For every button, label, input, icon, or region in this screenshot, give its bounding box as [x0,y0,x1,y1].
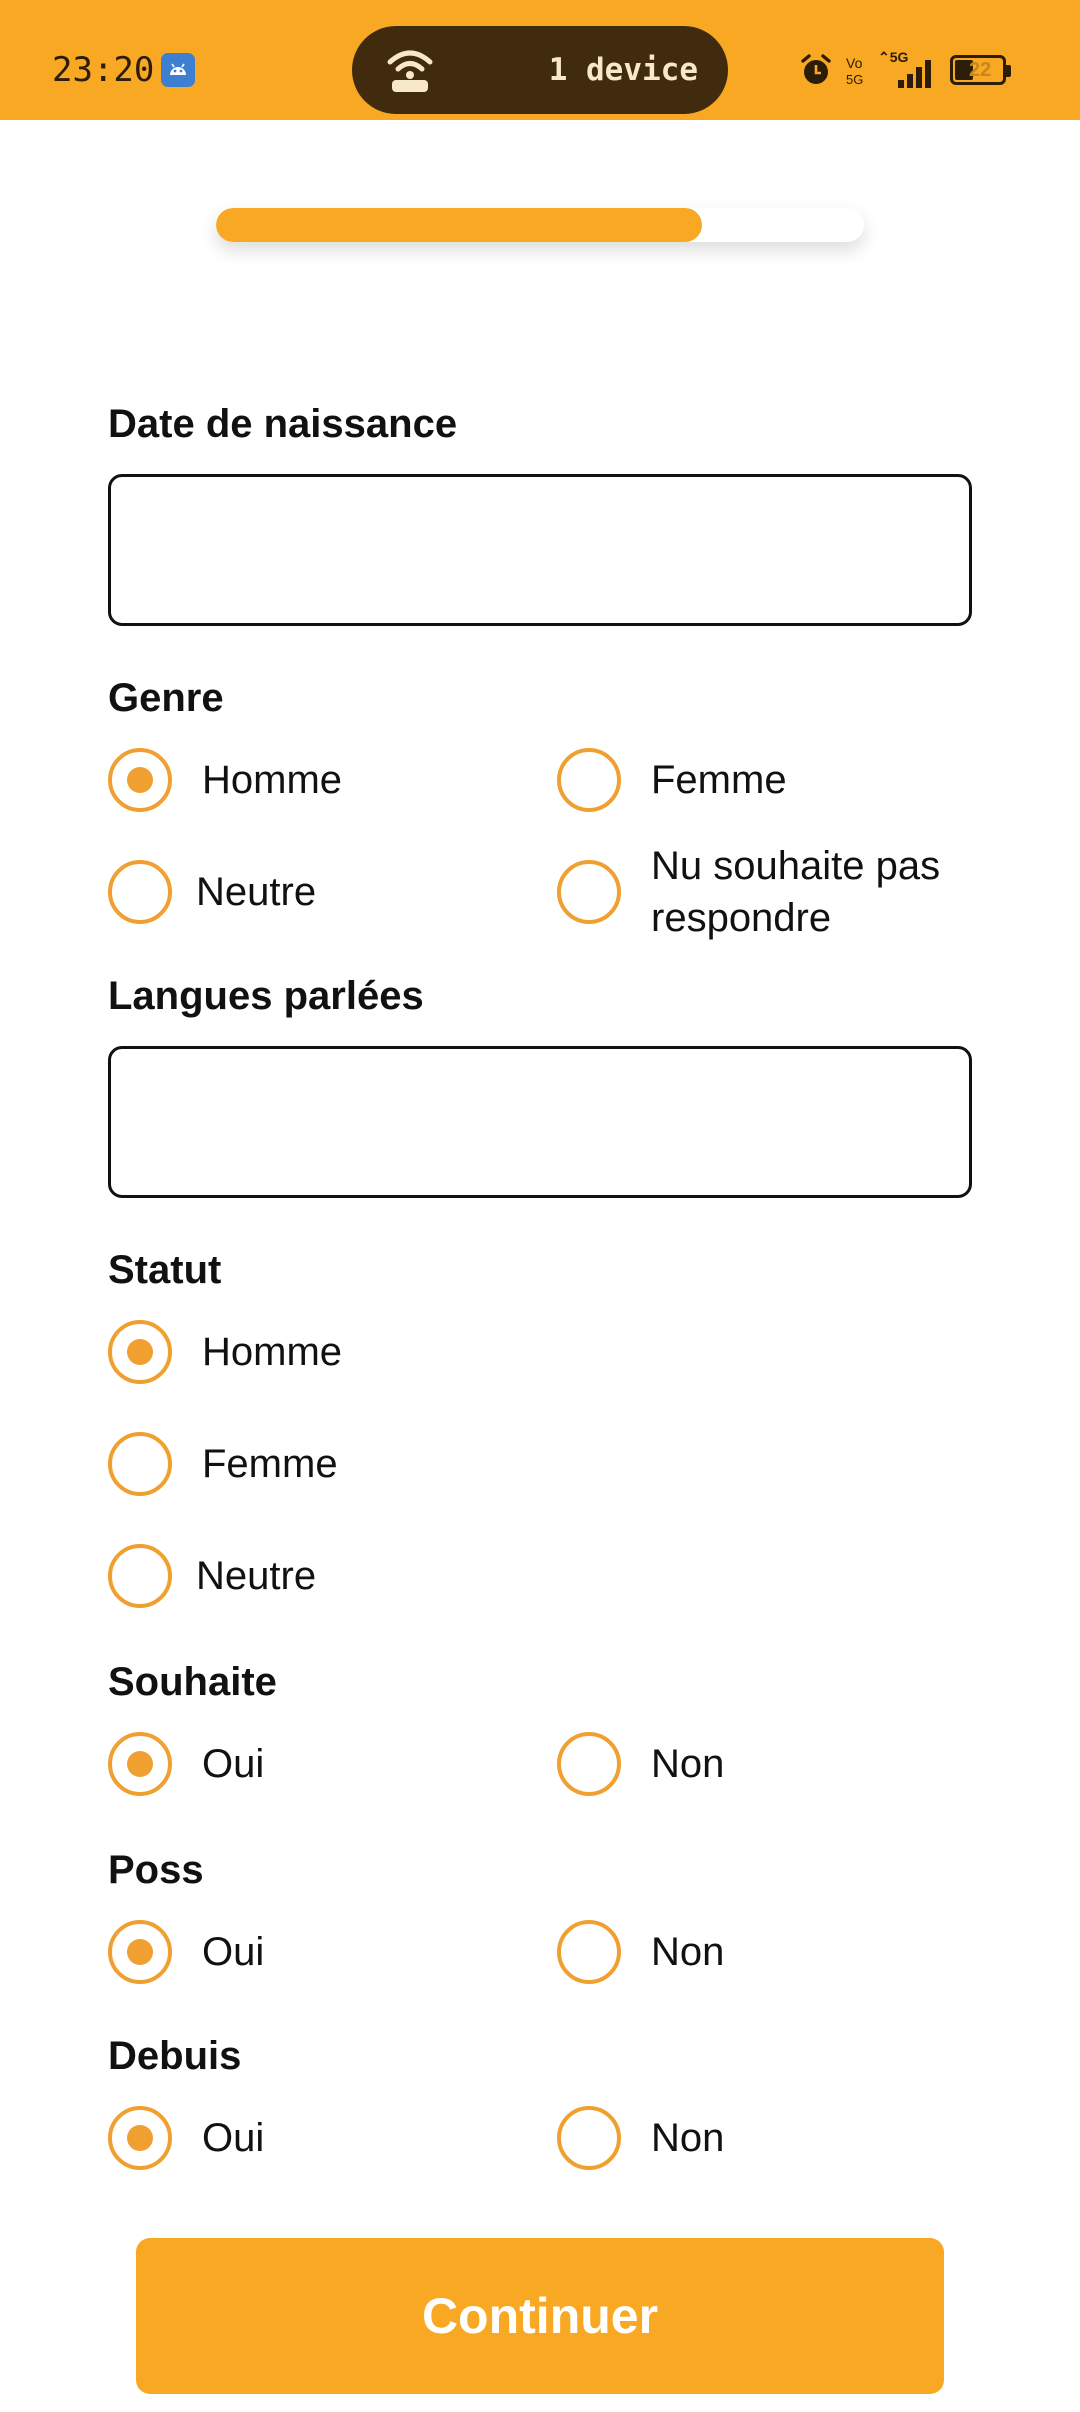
progress-fill [216,208,702,242]
svg-text:⌃5G: ⌃5G [878,50,909,65]
genre-option-neutre[interactable]: Neutre [108,860,316,924]
debuis-option-non[interactable]: Non [557,2106,724,2170]
statut-option-homme[interactable]: Homme [108,1320,342,1384]
android-icon [161,53,195,87]
languages-label: Langues parlées [108,974,424,1018]
radio-unselected-icon [108,860,172,924]
progress-bar [216,208,864,242]
debuis-label: Debuis [108,2034,242,2078]
status-icons: Vo 5G ⌃5G 22 [798,50,1011,90]
status-bar: 23:20 1 device Vo 5G ⌃5G 22 [0,0,1080,120]
signal-icon: ⌃5G [878,50,931,88]
radio-label: Femme [651,758,787,802]
radio-label: Homme [202,758,343,802]
radio-selected-icon [108,748,172,812]
hotspot-icon [387,50,433,92]
poss-option-oui[interactable]: Oui [108,1920,264,1984]
radio-unselected-icon [108,1544,172,1608]
radio-label: Non [651,1930,725,1974]
debuis-option-oui[interactable]: Oui [108,2106,264,2170]
radio-selected-icon [108,1320,172,1384]
hotspot-pill[interactable]: 1 device [352,26,728,114]
souhaite-label: Souhaite [108,1660,277,1704]
souhaite-option-non[interactable]: Non [557,1732,724,1796]
birth-date-input[interactable] [108,474,972,626]
radio-label: Neutre [196,870,317,914]
poss-label: Poss [108,1848,204,1892]
volte-icon: Vo 5G [846,55,863,87]
radio-label: Oui [202,1742,265,1786]
battery-icon: 22 [950,55,1011,85]
souhaite-option-oui[interactable]: Oui [108,1732,264,1796]
svg-text:Vo: Vo [846,55,863,71]
radio-label: Nu souhaite pas respondre [651,844,941,940]
continue-button[interactable]: Continuer [136,2238,944,2394]
genre-label: Genre [108,676,224,720]
genre-option-no-answer[interactable]: Nu souhaite pas respondre [557,840,951,944]
languages-input[interactable] [108,1046,972,1198]
radio-label: Oui [202,2116,265,2160]
genre-option-femme[interactable]: Femme [557,748,787,812]
radio-label: Neutre [196,1554,317,1598]
hotspot-text: 1 device [548,52,698,88]
radio-label: Non [651,1742,725,1786]
radio-selected-icon [108,2106,172,2170]
status-time: 23:20 [52,50,155,90]
alarm-icon [801,54,831,84]
radio-unselected-icon [557,748,621,812]
genre-option-homme[interactable]: Homme [108,748,342,812]
statut-option-femme[interactable]: Femme [108,1432,338,1496]
statut-label: Statut [108,1248,222,1292]
radio-unselected-icon [557,2106,621,2170]
radio-selected-icon [108,1920,172,1984]
radio-unselected-icon [557,1920,621,1984]
birth-date-label: Date de naissance [108,402,458,446]
radio-unselected-icon [557,1732,621,1796]
radio-unselected-icon [557,860,621,924]
radio-label: Femme [202,1442,338,1486]
radio-label: Homme [202,1330,343,1374]
battery-level: 22 [969,59,992,81]
svg-text:5G: 5G [846,72,863,87]
radio-unselected-icon [108,1432,172,1496]
radio-label: Oui [202,1930,265,1974]
statut-option-neutre[interactable]: Neutre [108,1544,316,1608]
radio-selected-icon [108,1732,172,1796]
radio-label: Non [651,2116,725,2160]
poss-option-non[interactable]: Non [557,1920,724,1984]
